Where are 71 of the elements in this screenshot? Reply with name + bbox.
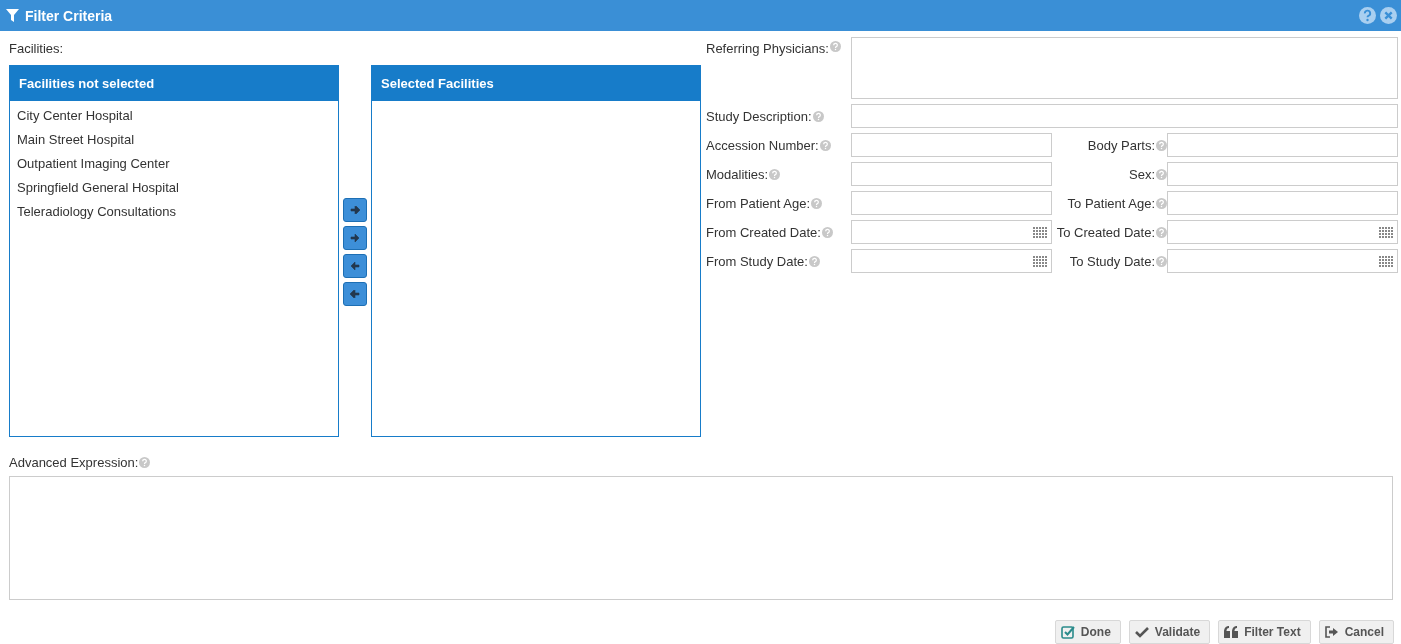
input-field[interactable] bbox=[851, 104, 1398, 128]
facility-item[interactable]: Teleradiology Consultations bbox=[10, 200, 338, 224]
window-title: Filter Criteria bbox=[25, 7, 114, 24]
help-icon[interactable] bbox=[1156, 139, 1167, 151]
field-label: From Patient Age: bbox=[706, 195, 811, 211]
move-all-right-button[interactable] bbox=[343, 198, 367, 222]
filter-text-button[interactable]: Filter Text bbox=[1218, 620, 1311, 644]
field-label: Body Parts: bbox=[1087, 137, 1155, 153]
field-label: From Created Date: bbox=[706, 224, 821, 240]
calendar-icon[interactable] bbox=[1379, 254, 1394, 268]
input-field[interactable] bbox=[1167, 191, 1398, 215]
arrow-icon bbox=[348, 203, 362, 217]
help-icon[interactable] bbox=[811, 197, 823, 209]
list-header: Selected Facilities bbox=[372, 66, 700, 101]
list-header: Facilities not selected bbox=[10, 66, 338, 101]
field-label: To Created Date: bbox=[1056, 224, 1155, 240]
help-icon[interactable] bbox=[808, 255, 820, 267]
input-field[interactable] bbox=[851, 191, 1052, 215]
arrow-icon bbox=[348, 231, 362, 245]
done-button[interactable]: Done bbox=[1054, 620, 1121, 644]
field-label: To Study Date: bbox=[1069, 253, 1155, 269]
help-icon[interactable] bbox=[819, 139, 831, 151]
facility-item[interactable]: Outpatient Imaging Center bbox=[10, 152, 338, 176]
field-label: Referring Physicians: bbox=[706, 41, 829, 56]
calendar-icon[interactable] bbox=[1033, 225, 1048, 239]
help-icon[interactable] bbox=[1156, 226, 1167, 238]
move-right-button[interactable] bbox=[343, 226, 367, 250]
field-label: Modalities: bbox=[706, 166, 769, 182]
date-field[interactable] bbox=[1167, 249, 1398, 273]
field-label: Sex: bbox=[1129, 166, 1155, 182]
help-icon[interactable] bbox=[1156, 168, 1167, 180]
filter-icon bbox=[6, 9, 19, 22]
field-label: Study Description: bbox=[706, 108, 812, 124]
calendar-icon[interactable] bbox=[1033, 254, 1048, 268]
cancel-button[interactable]: Cancel bbox=[1318, 620, 1394, 644]
sign-out-icon bbox=[1324, 626, 1339, 638]
facilities-label: Facilities: bbox=[9, 40, 65, 58]
facility-item[interactable]: Springfield General Hospital bbox=[10, 176, 338, 200]
facility-item[interactable]: Main Street Hospital bbox=[10, 128, 338, 152]
move-all-left-button[interactable] bbox=[343, 282, 367, 306]
checkbox-check-icon bbox=[1060, 625, 1075, 639]
check-icon bbox=[1134, 626, 1149, 638]
text-area[interactable] bbox=[9, 476, 1393, 600]
help-icon[interactable] bbox=[139, 456, 151, 468]
facility-item[interactable]: City Center Hospital bbox=[10, 104, 338, 128]
validate-button[interactable]: Validate bbox=[1128, 620, 1211, 644]
close-icon[interactable] bbox=[1380, 7, 1397, 24]
field-label: From Study Date: bbox=[706, 253, 808, 269]
arrow-icon bbox=[348, 287, 362, 301]
move-left-button[interactable] bbox=[343, 254, 367, 278]
quote-icon bbox=[1224, 626, 1239, 638]
arrow-icon bbox=[348, 259, 362, 273]
input-field[interactable] bbox=[851, 133, 1052, 157]
help-icon[interactable] bbox=[1156, 255, 1167, 267]
input-field[interactable] bbox=[851, 162, 1052, 186]
text-area[interactable] bbox=[851, 37, 1398, 99]
date-field[interactable] bbox=[1167, 220, 1398, 244]
help-icon[interactable] bbox=[769, 168, 781, 180]
field-label: Accession Number: bbox=[706, 137, 819, 153]
field-label: Advanced Expression: bbox=[9, 454, 139, 470]
input-field[interactable] bbox=[1167, 162, 1398, 186]
field-label: To Patient Age: bbox=[1067, 195, 1155, 211]
help-icon[interactable] bbox=[1156, 197, 1167, 209]
help-icon[interactable] bbox=[812, 110, 824, 122]
help-icon[interactable] bbox=[821, 226, 833, 238]
calendar-icon[interactable] bbox=[1379, 225, 1394, 239]
input-field[interactable] bbox=[1167, 133, 1398, 157]
date-field[interactable] bbox=[851, 249, 1052, 273]
date-field[interactable] bbox=[851, 220, 1052, 244]
help-icon[interactable] bbox=[829, 41, 841, 52]
help-icon[interactable] bbox=[1359, 7, 1376, 24]
